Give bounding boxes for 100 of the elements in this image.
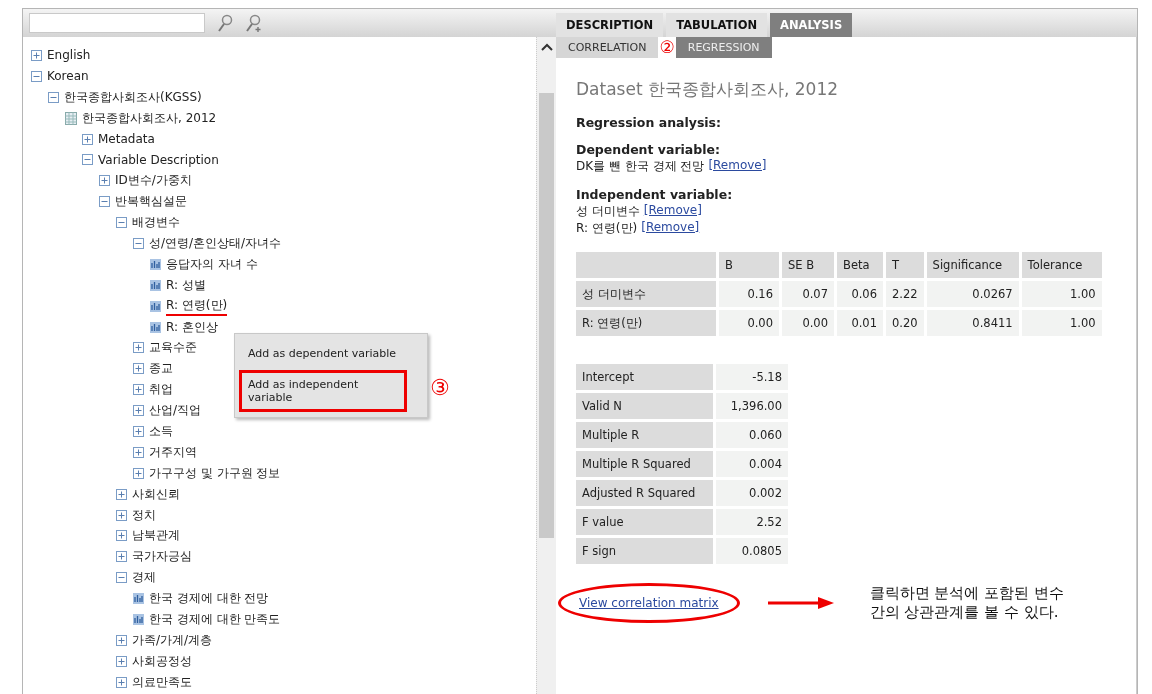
tree-item[interactable]: 의료만족도 [132, 673, 192, 691]
tree-item[interactable]: 배경변수 [132, 214, 180, 232]
table-cell: 0.0267 [926, 281, 1019, 307]
expand-icon[interactable] [31, 49, 42, 61]
tab[interactable]: ANALYSIS [770, 13, 853, 37]
section-heading: Regression analysis: [576, 115, 723, 130]
expand-icon[interactable] [116, 488, 127, 500]
tree-item[interactable]: 한국종합사회조사(KGSS) [64, 88, 202, 106]
table-cell: 1,396.00 [716, 393, 788, 419]
expand-icon[interactable] [133, 405, 144, 417]
table-cell: 0.07 [782, 281, 834, 307]
tab[interactable]: DESCRIPTION [556, 13, 664, 37]
chart-icon [133, 614, 144, 625]
expand-icon[interactable] [116, 655, 127, 667]
table-cell: 0.8411 [926, 310, 1019, 336]
step-number: ③ [430, 375, 450, 400]
expand-icon[interactable] [133, 342, 144, 354]
table-cell: 0.00 [782, 310, 834, 336]
tree-item[interactable]: 종교 [149, 360, 173, 378]
menu-item[interactable]: Add as dependent variable [235, 339, 427, 368]
collapse-icon[interactable] [48, 91, 59, 103]
tree-item[interactable]: 사회공정성 [132, 652, 192, 670]
expand-icon[interactable] [99, 175, 110, 187]
table-cell: 성 더미변수 [576, 281, 716, 307]
correlation-matrix-link[interactable]: View correlation matrix [558, 583, 740, 623]
remove-link[interactable]: [Remove] [643, 203, 702, 220]
tab[interactable]: TABULATION [666, 13, 768, 37]
column-header: SE B [782, 252, 834, 278]
section-heading: Independent variable: [576, 187, 734, 202]
tree-item[interactable]: R: 혼인상 [166, 318, 218, 336]
table-cell: R: 연령(만) [576, 310, 716, 336]
search-field[interactable] [29, 13, 205, 33]
table-cell: 0.004 [716, 451, 788, 477]
expand-icon[interactable] [116, 530, 127, 542]
tree-item[interactable]: 성/연령/혼인상태/자녀수 [149, 234, 282, 252]
table-cell: Multiple R [576, 422, 713, 448]
tree-item[interactable]: 응답자의 자녀 수 [166, 255, 258, 273]
tree-item[interactable]: 교육수준 [149, 339, 197, 357]
tree-item[interactable]: 가구구성 및 가구원 정보 [149, 464, 281, 482]
expand-icon[interactable] [116, 551, 127, 563]
table-cell: Multiple R Squared [576, 451, 713, 477]
expand-icon[interactable] [116, 676, 127, 688]
callout-arrow [767, 596, 834, 610]
remove-link[interactable]: [Remove] [641, 220, 700, 237]
tree-item[interactable]: 한국 경제에 대한 만족도 [149, 611, 281, 628]
collapse-icon[interactable] [133, 237, 144, 249]
tree-item[interactable]: 산업/직업 [149, 402, 202, 420]
tree-item[interactable]: 한국종합사회조사, 2012 [82, 109, 217, 127]
table-cell: 0.060 [716, 422, 788, 448]
search-icon[interactable] [217, 14, 233, 32]
variable-name: R: 연령(만) [576, 220, 638, 237]
expand-icon[interactable] [133, 446, 144, 458]
expand-icon[interactable] [133, 384, 144, 396]
collapse-icon[interactable] [82, 154, 93, 166]
table-cell: -5.18 [716, 364, 788, 390]
collapse-icon[interactable] [99, 196, 110, 208]
expand-icon[interactable] [133, 467, 144, 479]
tree-item[interactable]: 반복핵심설문 [115, 193, 187, 211]
dataset-title: Dataset 한국종합사회조사, 2012 [576, 78, 840, 101]
collapse-icon[interactable] [116, 217, 127, 229]
table-icon [65, 111, 77, 125]
expand-icon[interactable] [116, 634, 127, 646]
tree-item[interactable]: 가족/가계/계층 [132, 631, 213, 649]
tree-item[interactable]: Variable Description [98, 152, 219, 167]
tree-item[interactable]: 거주지역 [149, 443, 197, 461]
chart-icon [150, 321, 161, 333]
expand-icon[interactable] [133, 363, 144, 375]
remove-link[interactable]: [Remove] [708, 158, 767, 175]
tree-item[interactable]: 취업 [149, 381, 173, 399]
expand-icon[interactable] [116, 509, 127, 521]
menu-item[interactable]: Add as independent variable [239, 370, 407, 412]
variable-name: 성 더미변수 [576, 203, 640, 220]
tree-item[interactable]: 경제 [132, 569, 156, 587]
table-cell: 0.20 [886, 310, 924, 336]
tree-item[interactable]: R: 연령(만) [166, 296, 228, 316]
tree-item[interactable]: Korean [47, 69, 89, 84]
tree-item[interactable]: English [47, 48, 91, 63]
expand-icon[interactable] [133, 425, 144, 437]
column-header: Beta [837, 252, 883, 278]
tree-item[interactable]: 한국 경제에 대한 전망 [149, 590, 269, 608]
tree-item[interactable]: R: 성별 [166, 276, 206, 294]
tree-item[interactable]: 소득 [149, 422, 173, 440]
expand-icon[interactable] [82, 133, 93, 145]
subtab[interactable]: REGRESSION [675, 37, 772, 58]
collapse-icon[interactable] [31, 70, 42, 82]
scroll-up-icon[interactable] [540, 43, 553, 51]
collapse-icon[interactable] [116, 572, 127, 584]
column-header: Significance [926, 252, 1019, 278]
table-cell: 0.002 [716, 480, 788, 506]
annotation-note: 클릭하면 분석에 포함된 변수 간의 상관관계를 볼 수 있다. [869, 584, 1064, 622]
tree-item[interactable]: Metadata [98, 132, 155, 146]
tree-item[interactable]: 정치 [132, 506, 156, 524]
tree-item[interactable]: 사회신뢰 [132, 485, 180, 503]
tree-item[interactable]: ID변수/가중치 [115, 172, 192, 190]
table-cell: 0.0805 [716, 538, 788, 564]
tree-item[interactable]: 남북관계 [132, 527, 180, 545]
tree-item[interactable]: 국가자긍심 [132, 548, 192, 566]
subtab[interactable]: CORRELATION [556, 37, 659, 58]
scrollbar[interactable] [536, 37, 556, 694]
search-plus-icon[interactable] [245, 14, 263, 32]
